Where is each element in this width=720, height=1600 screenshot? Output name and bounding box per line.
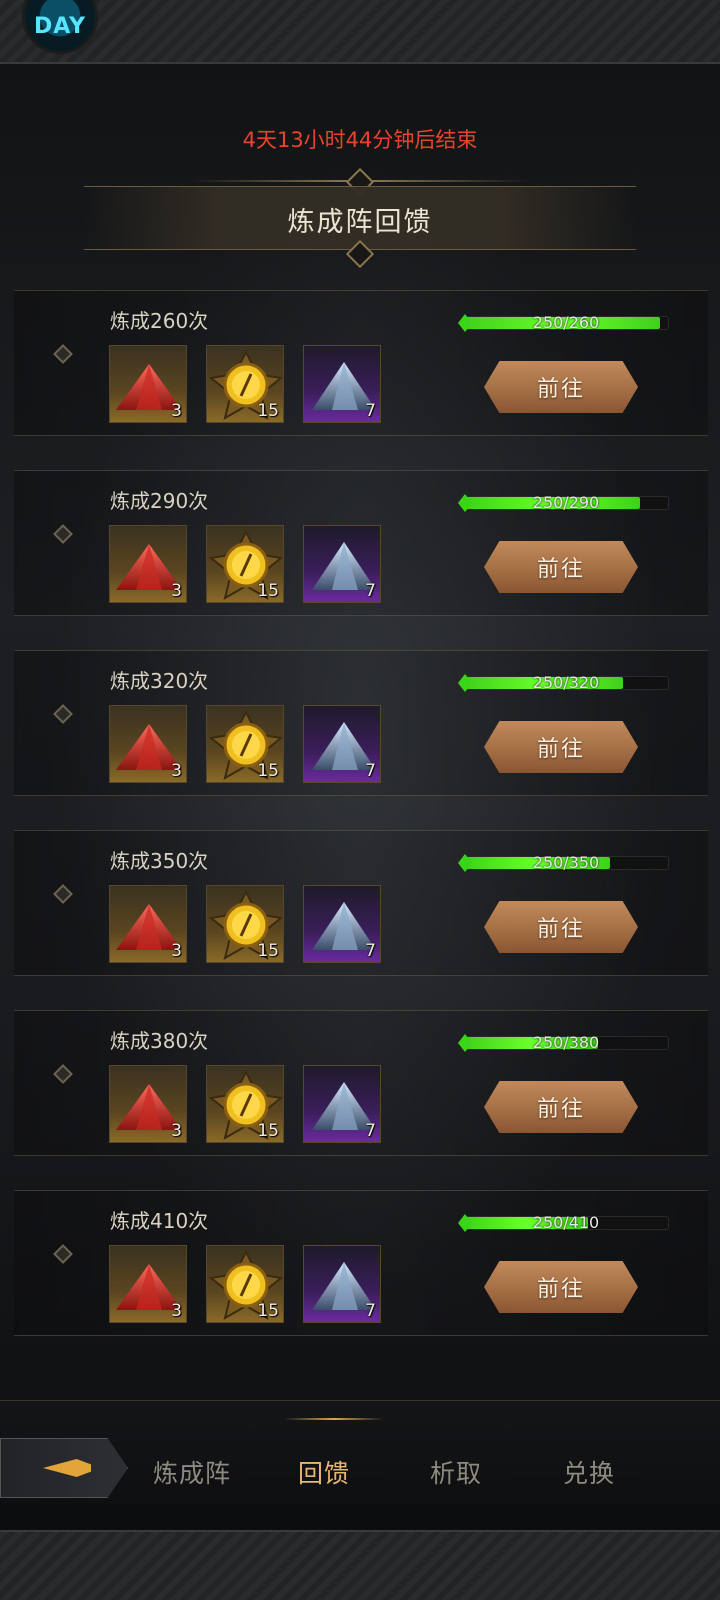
row-diamond-marker <box>53 1244 73 1264</box>
item-count: 3 <box>171 941 182 961</box>
row-diamond-marker <box>53 344 73 364</box>
go-button[interactable]: 前往 <box>484 361 638 413</box>
go-button[interactable]: 前往 <box>484 721 638 773</box>
page-title: 炼成阵回馈 <box>287 207 433 238</box>
reward-row: 炼成320次 3 15 7 250/320 前往 <box>14 650 708 796</box>
progress-text: 250/380 <box>532 1033 600 1052</box>
item-count: 7 <box>365 401 376 421</box>
item-count: 3 <box>171 761 182 781</box>
top-bar: DAY <box>0 0 720 64</box>
row-diamond-marker <box>53 524 73 544</box>
gold-arrow-back-icon <box>43 1459 91 1477</box>
tab-feedback[interactable]: 回馈 <box>298 1454 350 1490</box>
progress-text: 250/320 <box>532 673 600 692</box>
progress-text: 250/290 <box>532 493 600 512</box>
reward-item[interactable]: 15 <box>206 1065 284 1143</box>
reward-requirement-label: 炼成320次 <box>110 669 209 693</box>
item-count: 7 <box>365 581 376 601</box>
progress-bar: 250/320 <box>458 673 669 692</box>
item-count: 3 <box>171 1301 182 1321</box>
item-count: 3 <box>171 401 182 421</box>
item-count: 7 <box>365 761 376 781</box>
reward-item[interactable]: 7 <box>303 345 381 423</box>
item-count: 7 <box>365 1121 376 1141</box>
reward-item[interactable]: 7 <box>303 1065 381 1143</box>
item-count: 3 <box>171 581 182 601</box>
go-button[interactable]: 前往 <box>484 1261 638 1313</box>
item-count: 15 <box>257 1121 279 1141</box>
title-divider-right <box>370 180 530 182</box>
row-diamond-marker <box>53 884 73 904</box>
item-count: 15 <box>257 761 279 781</box>
item-count: 7 <box>365 1301 376 1321</box>
reward-items: 3 15 7 <box>109 525 381 603</box>
reward-item[interactable]: 7 <box>303 885 381 963</box>
game-logo[interactable]: DAY <box>22 0 98 54</box>
progress-bar: 250/260 <box>458 313 669 332</box>
reward-row: 炼成380次 3 15 7 250/380 前往 <box>14 1010 708 1156</box>
progress-bar: 250/290 <box>458 493 669 512</box>
reward-item[interactable]: 7 <box>303 525 381 603</box>
reward-item[interactable]: 3 <box>109 525 187 603</box>
reward-items: 3 15 7 <box>109 345 381 423</box>
item-count: 15 <box>257 941 279 961</box>
logo-text: DAY <box>33 14 87 39</box>
progress-bar: 250/350 <box>458 853 669 872</box>
reward-items: 3 15 7 <box>109 1065 381 1143</box>
tab-extract[interactable]: 析取 <box>430 1454 482 1490</box>
reward-row: 炼成410次 3 15 7 250/410 前往 <box>14 1190 708 1336</box>
reward-item[interactable]: 3 <box>109 1245 187 1323</box>
go-button[interactable]: 前往 <box>484 1081 638 1133</box>
row-diamond-marker <box>53 704 73 724</box>
reward-requirement-label: 炼成380次 <box>110 1029 209 1053</box>
progress-text: 250/410 <box>532 1213 600 1232</box>
item-count: 15 <box>257 581 279 601</box>
reward-item[interactable]: 7 <box>303 1245 381 1323</box>
title-divider-left <box>190 180 350 182</box>
reward-item[interactable]: 15 <box>206 885 284 963</box>
back-button[interactable] <box>0 1438 128 1498</box>
progress-bar: 250/410 <box>458 1213 669 1232</box>
reward-items: 3 15 7 <box>109 1245 381 1323</box>
reward-item[interactable]: 15 <box>206 345 284 423</box>
bottom-decor-strip <box>0 1530 720 1600</box>
reward-item[interactable]: 3 <box>109 1065 187 1143</box>
reward-item[interactable]: 7 <box>303 705 381 783</box>
progress-text: 250/260 <box>532 313 600 332</box>
reward-item[interactable]: 3 <box>109 705 187 783</box>
item-count: 15 <box>257 1301 279 1321</box>
reward-items: 3 15 7 <box>109 705 381 783</box>
reward-row: 炼成260次 3 15 7 250/260 前往 <box>14 290 708 436</box>
active-tab-indicator <box>284 1418 384 1420</box>
row-diamond-marker <box>53 1064 73 1084</box>
reward-item[interactable]: 15 <box>206 525 284 603</box>
reward-item[interactable]: 15 <box>206 1245 284 1323</box>
reward-item[interactable]: 15 <box>206 705 284 783</box>
reward-item[interactable]: 3 <box>109 885 187 963</box>
reward-item[interactable]: 3 <box>109 345 187 423</box>
progress-bar: 250/380 <box>458 1033 669 1052</box>
item-count: 7 <box>365 941 376 961</box>
event-countdown: 4天13小时44分钟后结束 <box>242 128 478 152</box>
reward-row: 炼成350次 3 15 7 250/350 前往 <box>14 830 708 976</box>
reward-requirement-label: 炼成260次 <box>110 309 209 333</box>
reward-items: 3 15 7 <box>109 885 381 963</box>
reward-requirement-label: 炼成290次 <box>110 489 209 513</box>
reward-row: 炼成290次 3 15 7 250/290 前往 <box>14 470 708 616</box>
reward-requirement-label: 炼成410次 <box>110 1209 209 1233</box>
go-button[interactable]: 前往 <box>484 541 638 593</box>
item-count: 15 <box>257 401 279 421</box>
reward-requirement-label: 炼成350次 <box>110 849 209 873</box>
go-button[interactable]: 前往 <box>484 901 638 953</box>
tab-exchange[interactable]: 兑换 <box>563 1454 615 1490</box>
progress-text: 250/350 <box>532 853 600 872</box>
item-count: 3 <box>171 1121 182 1141</box>
tab-alchemy-circle[interactable]: 炼成阵 <box>153 1454 231 1490</box>
